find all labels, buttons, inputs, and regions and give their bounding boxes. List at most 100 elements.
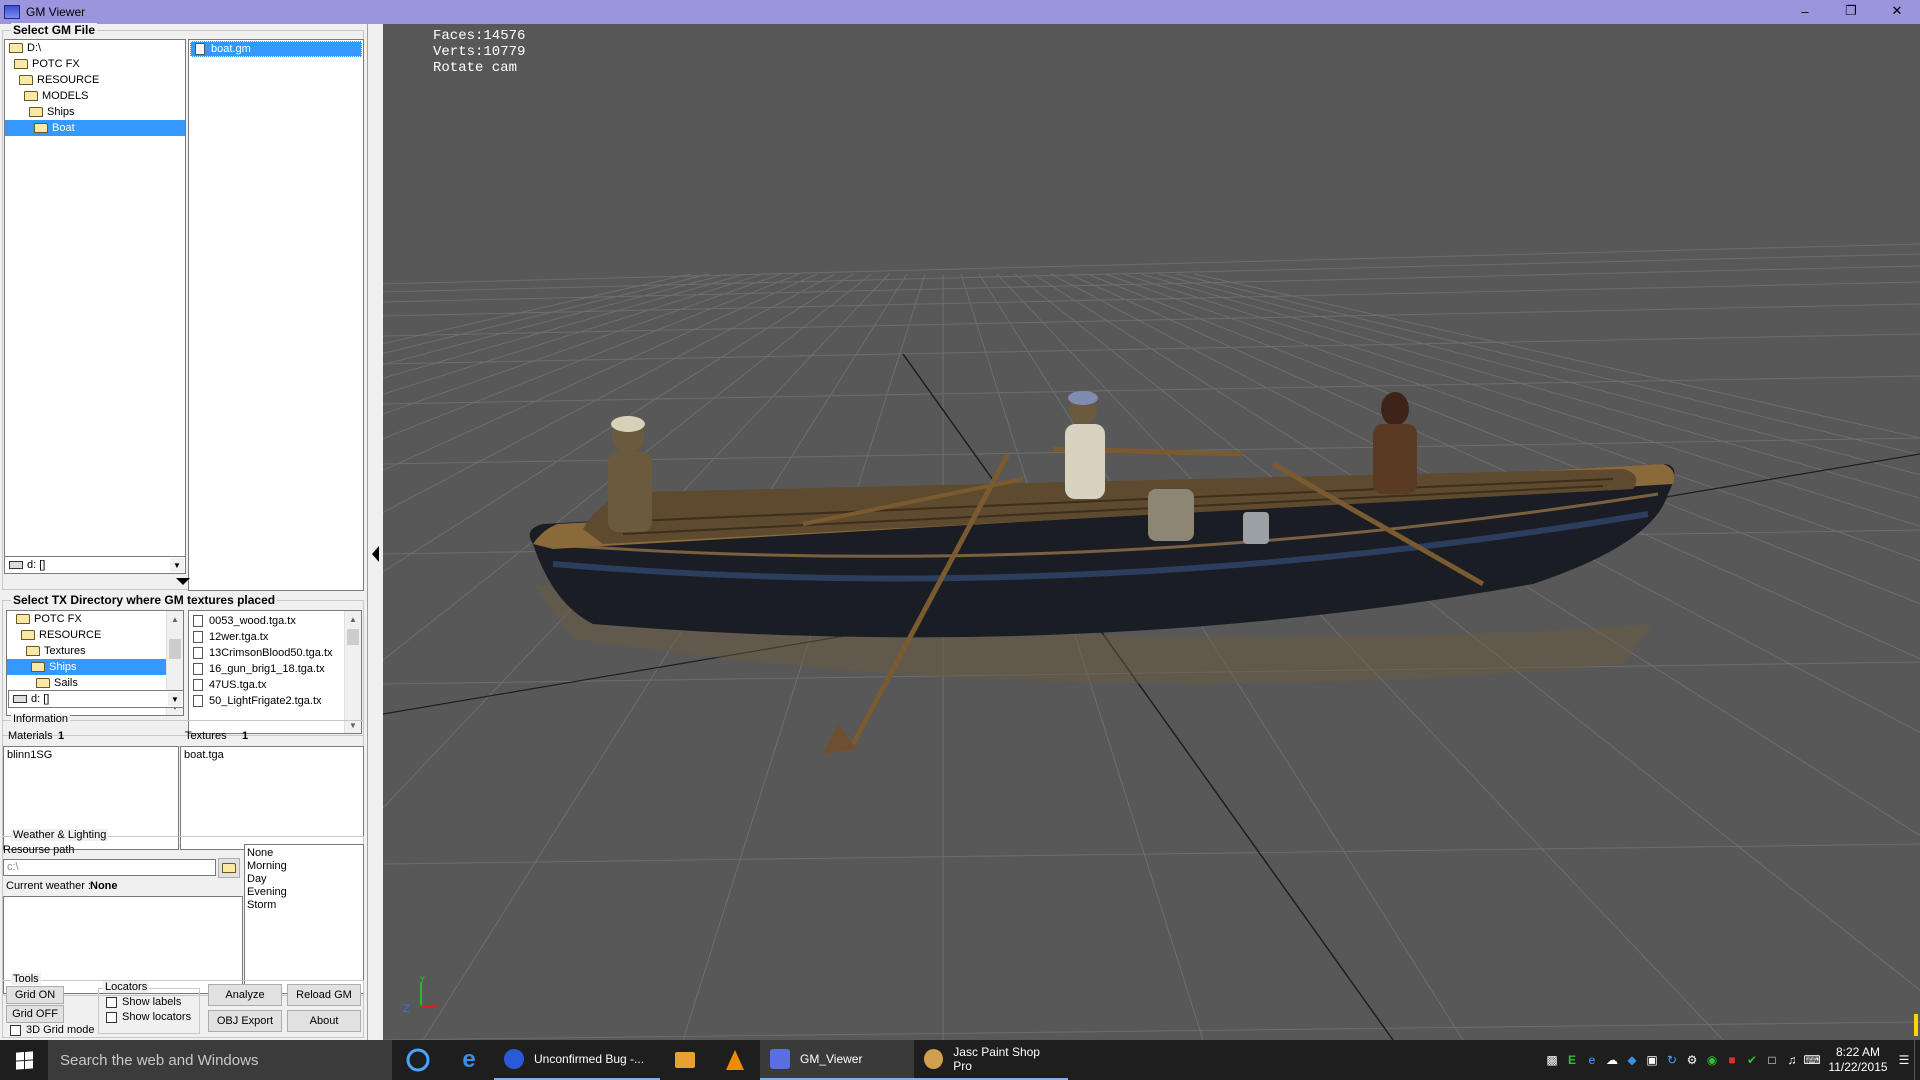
tree-item[interactable]: RESOURCE <box>5 72 185 88</box>
tray-sync-icon[interactable]: ↻ <box>1662 1040 1682 1080</box>
textures-list[interactable]: boat.tga <box>180 746 364 850</box>
texture-file-item[interactable]: 47US.tga.tx <box>189 677 344 693</box>
checkbox-icon[interactable] <box>106 1011 117 1023</box>
obj-export-button[interactable]: OBJ Export <box>208 1010 282 1032</box>
analyze-button[interactable]: Analyze <box>208 984 282 1006</box>
tree-item[interactable]: Ships <box>5 104 185 120</box>
weather-option[interactable]: Evening <box>247 886 361 899</box>
chevron-down-icon[interactable]: ▼ <box>170 558 184 572</box>
network-icon[interactable]: □ <box>1762 1040 1782 1080</box>
start-button[interactable] <box>0 1040 48 1080</box>
tree-item[interactable]: Ships <box>7 659 166 675</box>
locators-legend: Locators <box>103 981 150 993</box>
tree-item[interactable]: POTC FX <box>5 56 185 72</box>
taskbar-app-paint-shop[interactable]: Jasc Paint Shop Pro <box>914 1040 1068 1080</box>
tree-item[interactable]: RESOURCE <box>7 627 166 643</box>
grid-off-button[interactable]: Grid OFF <box>6 1005 64 1023</box>
file-icon <box>193 663 203 675</box>
material-item[interactable]: blinn1SG <box>7 749 175 762</box>
scroll-thumb[interactable] <box>169 639 181 659</box>
edge-icon[interactable]: e <box>444 1040 494 1080</box>
tx-files-scrollbar[interactable]: ▲ ▼ <box>344 611 361 733</box>
notifications-icon[interactable]: ☰ <box>1894 1040 1914 1080</box>
tree-item[interactable]: Textures <box>7 643 166 659</box>
resource-path-label: Resourse path <box>3 844 75 856</box>
texture-item[interactable]: boat.tga <box>184 749 360 762</box>
3d-viewport[interactable]: Faces:14576 Verts:10779 Rotate cam Y Z <box>383 24 1920 1040</box>
weather-option[interactable]: None <box>247 847 361 860</box>
tray-app-icon[interactable]: ▣ <box>1642 1040 1662 1080</box>
keyboard-icon[interactable]: ⌨ <box>1802 1040 1822 1080</box>
weather-options-list[interactable]: None Morning Day Evening Storm <box>244 844 364 994</box>
chevron-down-icon[interactable]: ▼ <box>168 692 182 706</box>
texture-file-item[interactable]: 0053_wood.tga.tx <box>189 613 344 629</box>
tray-security-icon[interactable]: ■ <box>1722 1040 1742 1080</box>
tree-item[interactable]: Boat <box>5 120 185 136</box>
browser-icon <box>504 1049 524 1069</box>
gm-file-list[interactable]: boat.gm <box>188 39 364 591</box>
texture-file-item[interactable]: 13CrimsonBlood50.tga.tx <box>189 645 344 661</box>
tree-item[interactable]: POTC FX <box>7 611 166 627</box>
reload-gm-button[interactable]: Reload GM <box>287 984 361 1006</box>
panel-splitter[interactable] <box>368 24 383 1040</box>
weather-option[interactable]: Storm <box>247 899 361 912</box>
maximize-button[interactable]: ❐ <box>1828 0 1874 22</box>
about-button[interactable]: About <box>287 1010 361 1032</box>
gm-viewer-icon <box>770 1049 790 1069</box>
volume-icon[interactable]: ♫ <box>1782 1040 1802 1080</box>
tray-check-icon[interactable]: ✔ <box>1742 1040 1762 1080</box>
texture-file-item[interactable]: 50_LightFrigate2.tga.tx <box>189 693 344 709</box>
media-player-icon[interactable] <box>660 1040 710 1080</box>
checkbox-icon[interactable] <box>10 1024 21 1036</box>
tray-gear-icon[interactable]: ⚙ <box>1682 1040 1702 1080</box>
gm-folder-tree[interactable]: D:\ POTC FX RESOURCE MODELS Ships Boat <box>4 39 186 573</box>
tray-ie-icon[interactable]: e <box>1582 1040 1602 1080</box>
collapse-arrow-icon[interactable] <box>176 578 190 585</box>
grid-3d-checkbox[interactable]: 3D Grid mode <box>10 1024 94 1036</box>
texture-file-label: 16_gun_brig1_18.tga.tx <box>209 663 325 675</box>
tx-file-list[interactable]: 0053_wood.tga.tx 12wer.tga.tx 13CrimsonBlo… <box>188 610 362 734</box>
show-locators-checkbox[interactable]: Show locators <box>106 1011 191 1023</box>
onedrive-icon[interactable]: ☁ <box>1602 1040 1622 1080</box>
drive-icon <box>13 695 27 703</box>
scroll-up-icon[interactable]: ▲ <box>345 611 361 627</box>
checkbox-icon[interactable] <box>106 996 117 1008</box>
show-desktop-button[interactable] <box>1914 1040 1920 1080</box>
grid-on-button[interactable]: Grid ON <box>6 986 64 1004</box>
close-button[interactable]: ✕ <box>1874 0 1920 22</box>
title-bar[interactable]: GM Viewer – ❐ ✕ <box>0 0 1920 24</box>
gm-drive-select[interactable]: d: [] ▼ <box>4 556 186 574</box>
tray-network-adapter-icon[interactable]: ▩ <box>1542 1040 1562 1080</box>
materials-label: Materials <box>8 730 53 742</box>
cortana-icon[interactable] <box>392 1040 444 1080</box>
weather-option[interactable]: Day <box>247 873 361 886</box>
taskbar-app-browser[interactable]: Unconfirmed Bug -... <box>494 1040 660 1080</box>
tree-item-label: RESOURCE <box>37 74 100 86</box>
scroll-thumb[interactable] <box>347 629 359 645</box>
texture-file-item[interactable]: 12wer.tga.tx <box>189 629 344 645</box>
folder-open-icon <box>26 646 40 656</box>
resource-path-input[interactable]: c:\ <box>3 859 216 876</box>
tray-shield-icon[interactable]: ◆ <box>1622 1040 1642 1080</box>
tree-item[interactable]: MODELS <box>5 88 185 104</box>
taskbar-search[interactable]: Search the web and Windows <box>48 1040 392 1080</box>
weather-option[interactable]: Morning <box>247 860 361 873</box>
taskbar-app-gm-viewer[interactable]: GM_Viewer <box>760 1040 914 1080</box>
show-labels-checkbox[interactable]: Show labels <box>106 996 181 1008</box>
tx-drive-select[interactable]: d: [] ▼ <box>8 690 184 708</box>
tree-item[interactable]: Sails <box>7 675 166 691</box>
vlc-icon[interactable] <box>710 1040 760 1080</box>
browse-folder-button[interactable] <box>218 858 240 878</box>
tree-item[interactable]: D:\ <box>5 40 185 56</box>
resize-grip[interactable] <box>1914 1014 1918 1036</box>
collapse-left-icon[interactable] <box>372 546 379 562</box>
file-item[interactable]: boat.gm <box>190 41 362 57</box>
scroll-up-icon[interactable]: ▲ <box>167 611 183 627</box>
clock[interactable]: 8:22 AM 11/22/2015 <box>1822 1045 1894 1075</box>
windows-logo-icon <box>15 1050 33 1070</box>
tray-globe-icon[interactable]: ◉ <box>1702 1040 1722 1080</box>
minimize-button[interactable]: – <box>1782 0 1828 22</box>
tray-e-icon[interactable]: E <box>1562 1040 1582 1080</box>
texture-file-item[interactable]: 16_gun_brig1_18.tga.tx <box>189 661 344 677</box>
axis-gizmo: Y Z <box>403 976 437 1015</box>
